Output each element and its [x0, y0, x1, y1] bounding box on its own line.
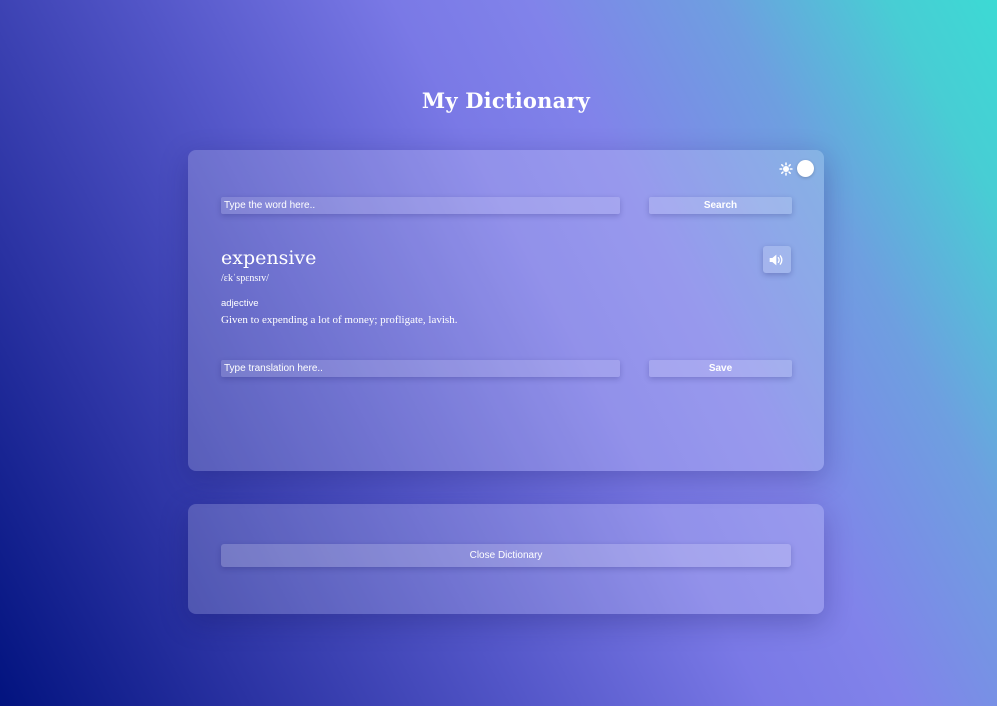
play-audio-button[interactable] — [763, 246, 791, 273]
page-title: My Dictionary — [421, 88, 591, 113]
speaker-icon — [769, 254, 783, 265]
theme-toggle-switch[interactable] — [797, 160, 814, 177]
part-of-speech: adjective — [221, 298, 259, 309]
search-button[interactable]: Search — [649, 197, 792, 214]
word-heading: expensive — [221, 247, 317, 269]
close-card: Close Dictionary — [188, 504, 824, 614]
phonetic-text: /ɛkˈspɛnsɪv/ — [221, 273, 269, 284]
dictionary-card: Search expensive /ɛkˈspɛnsɪv/ adjective … — [188, 150, 824, 471]
search-input[interactable] — [221, 197, 620, 214]
definition-text: Given to expending a lot of money; profl… — [221, 314, 458, 326]
sun-icon — [779, 161, 793, 176]
theme-toggle[interactable] — [779, 160, 814, 177]
translation-input[interactable] — [221, 360, 620, 377]
close-dictionary-button[interactable]: Close Dictionary — [221, 544, 791, 567]
save-button[interactable]: Save — [649, 360, 792, 377]
